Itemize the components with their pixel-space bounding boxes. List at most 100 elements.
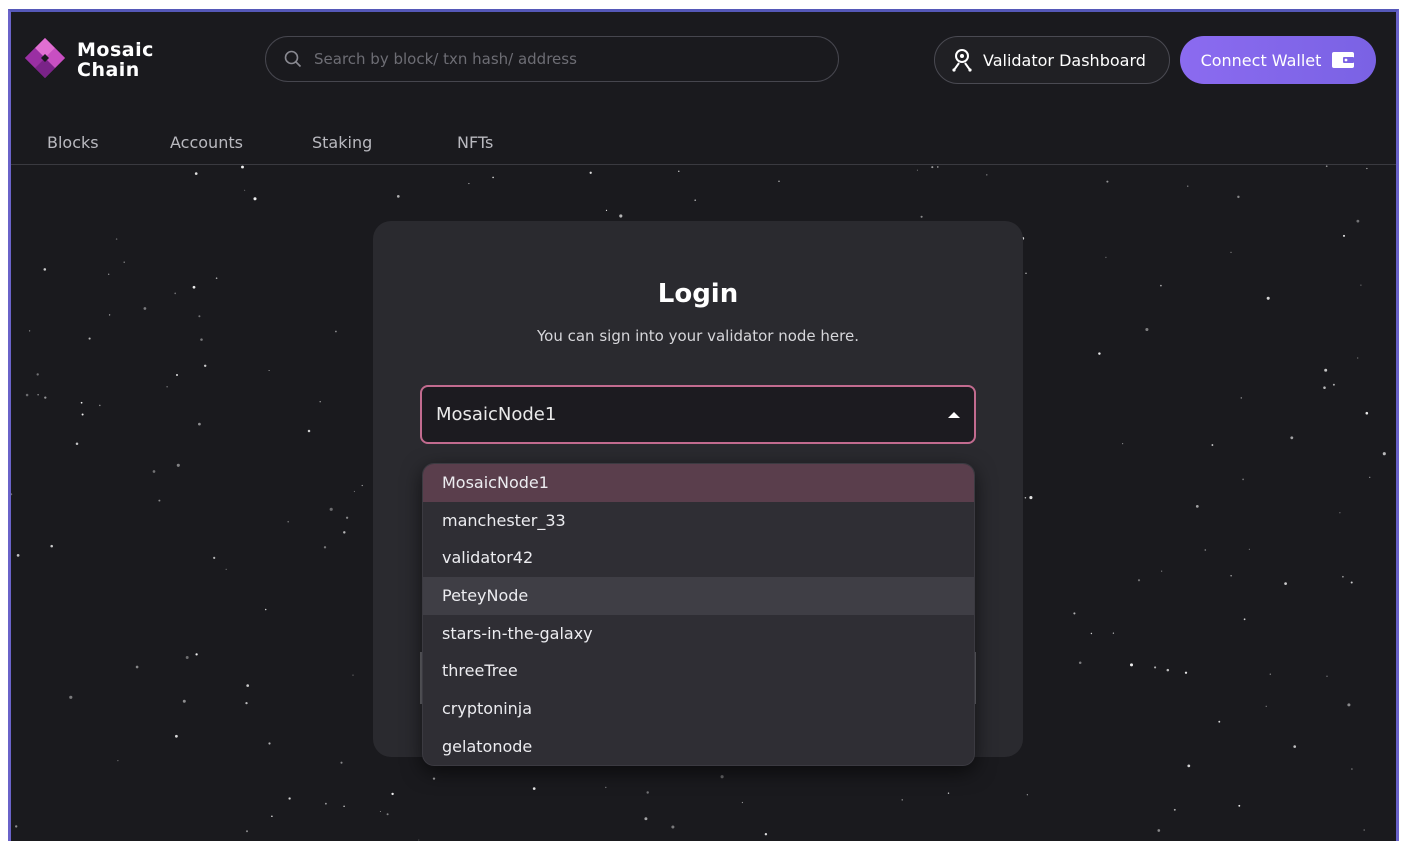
- star: [1187, 185, 1189, 187]
- star: [1326, 675, 1328, 677]
- connect-wallet-button[interactable]: Connect Wallet: [1180, 36, 1376, 84]
- dropdown-option[interactable]: cryptoninja: [423, 690, 974, 728]
- star: [108, 314, 111, 316]
- star: [288, 797, 291, 800]
- star: [69, 695, 73, 699]
- star: [198, 315, 201, 318]
- star: [947, 792, 950, 794]
- star: [345, 516, 349, 519]
- star: [1157, 829, 1161, 832]
- star: [391, 792, 394, 796]
- star: [678, 170, 680, 172]
- star: [175, 734, 178, 738]
- dropdown-option[interactable]: validator42: [423, 539, 974, 577]
- star: [1240, 397, 1243, 399]
- star: [200, 338, 203, 341]
- star: [1166, 668, 1170, 672]
- app-window: Mosaic Chain Validator Dashboard Connect…: [11, 12, 1396, 841]
- star: [1369, 476, 1371, 478]
- star: [1184, 671, 1188, 674]
- brand-logo[interactable]: Mosaic Chain: [21, 36, 154, 84]
- star: [1160, 284, 1162, 287]
- star: [671, 825, 675, 829]
- star: [11, 493, 13, 496]
- dropdown-option[interactable]: stars-in-the-galaxy: [423, 615, 974, 653]
- nav-item-nfts[interactable]: NFTs: [457, 133, 493, 152]
- star: [1339, 512, 1341, 514]
- star: [117, 760, 119, 762]
- star: [123, 261, 125, 263]
- search-bar[interactable]: [265, 36, 839, 82]
- star: [241, 165, 244, 169]
- star: [1211, 444, 1214, 446]
- nav-item-accounts[interactable]: Accounts: [170, 133, 243, 152]
- star: [1106, 180, 1109, 183]
- star: [185, 656, 189, 659]
- star: [1024, 496, 1027, 499]
- dropdown-option[interactable]: threeTree: [423, 652, 974, 690]
- star: [245, 701, 248, 705]
- star: [1284, 582, 1287, 585]
- brand-name-line1: Mosaic: [77, 39, 154, 61]
- caret-up-icon: [948, 411, 960, 418]
- star: [80, 401, 83, 404]
- star: [1173, 808, 1176, 811]
- star: [1154, 666, 1157, 669]
- star: [108, 273, 110, 275]
- star: [28, 330, 31, 332]
- star: [1243, 618, 1246, 621]
- nav-item-blocks[interactable]: Blocks: [47, 133, 99, 152]
- validator-dashboard-button[interactable]: Validator Dashboard: [934, 36, 1170, 84]
- star: [1325, 165, 1328, 168]
- star: [1026, 794, 1028, 796]
- star: [194, 172, 198, 175]
- star: [325, 802, 327, 805]
- star: [720, 775, 724, 779]
- star: [1161, 570, 1163, 572]
- star: [287, 520, 290, 523]
- star: [1363, 829, 1365, 831]
- star: [271, 815, 273, 818]
- star: [1266, 296, 1270, 300]
- star: [25, 393, 29, 397]
- star: [44, 396, 47, 399]
- star: [1129, 663, 1134, 667]
- star: [203, 364, 207, 368]
- star: [176, 463, 180, 467]
- star: [1323, 386, 1326, 389]
- star: [1195, 505, 1199, 508]
- dropdown-option[interactable]: PeteyNode: [423, 577, 974, 615]
- star: [174, 292, 177, 295]
- star: [343, 805, 345, 808]
- wallet-icon: [1332, 52, 1355, 68]
- star: [353, 490, 355, 493]
- nav-item-staking[interactable]: Staking: [312, 133, 372, 152]
- dropdown-option[interactable]: MosaicNode1: [423, 464, 974, 502]
- star: [396, 195, 400, 198]
- validator-dashboard-label: Validator Dashboard: [983, 50, 1146, 70]
- node-select[interactable]: MosaicNode1: [420, 385, 976, 444]
- main-nav: Blocks Accounts Staking NFTs: [11, 122, 1396, 165]
- star: [644, 817, 648, 821]
- star: [152, 470, 156, 473]
- star: [1078, 661, 1082, 665]
- star: [432, 777, 436, 780]
- dropdown-option[interactable]: gelatonode: [423, 728, 974, 765]
- star: [246, 684, 250, 687]
- star: [1112, 632, 1115, 634]
- star: [198, 422, 201, 426]
- star: [246, 830, 248, 833]
- star: [1356, 219, 1360, 223]
- star: [986, 174, 988, 176]
- star: [88, 337, 91, 340]
- search-input[interactable]: [312, 49, 816, 69]
- dropdown-option[interactable]: manchester_33: [423, 502, 974, 540]
- star: [268, 742, 271, 745]
- star: [1204, 549, 1207, 551]
- star: [1237, 195, 1240, 199]
- star: [15, 825, 18, 828]
- search-icon: [284, 50, 302, 68]
- star: [916, 169, 918, 171]
- star: [920, 215, 923, 218]
- star: [50, 544, 53, 548]
